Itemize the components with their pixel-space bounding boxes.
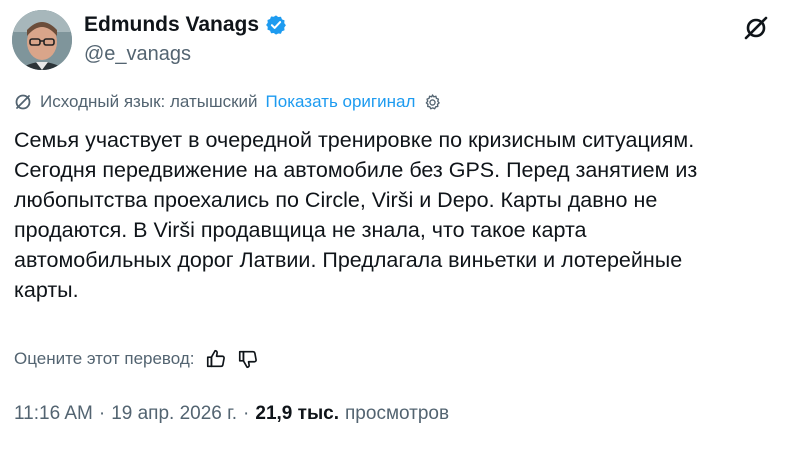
user-info: Edmunds Vanags @e_vanags	[84, 13, 287, 66]
separator: ·	[243, 403, 250, 424]
thumbs-up-icon[interactable]	[205, 348, 227, 370]
translate-icon	[14, 93, 32, 111]
tweet-time[interactable]: 11:16 AM	[14, 403, 93, 425]
translation-bar: Исходный язык: латышский Показать оригин…	[14, 92, 442, 112]
gear-icon[interactable]	[423, 93, 442, 112]
thumbs-down-icon[interactable]	[237, 348, 259, 370]
grok-icon[interactable]	[742, 14, 770, 42]
avatar[interactable]	[12, 10, 72, 70]
handle[interactable]: @e_vanags	[84, 43, 287, 66]
separator: ·	[98, 403, 106, 424]
tweet-date[interactable]: 19 апр. 2026 г.	[111, 403, 237, 425]
verified-badge-icon[interactable]	[265, 14, 287, 36]
tweet-header: Edmunds Vanags @e_vanags	[12, 10, 788, 70]
tweet-text: Семья участвует в очередной тренировке п…	[14, 128, 698, 302]
views-label: просмотров	[345, 403, 450, 424]
tweet-meta: 11:16 AM · 19 апр. 2026 г. · 21,9 тыс. п…	[14, 403, 449, 425]
source-language-label: Исходный язык: латышский	[40, 92, 258, 111]
rate-label: Оцените этот перевод:	[14, 349, 195, 368]
display-name[interactable]: Edmunds Vanags	[84, 13, 259, 37]
views-count: 21,9 тыс.	[255, 403, 340, 424]
rate-translation: Оцените этот перевод:	[14, 348, 259, 370]
show-original-link[interactable]: Показать оригинал	[266, 92, 416, 112]
